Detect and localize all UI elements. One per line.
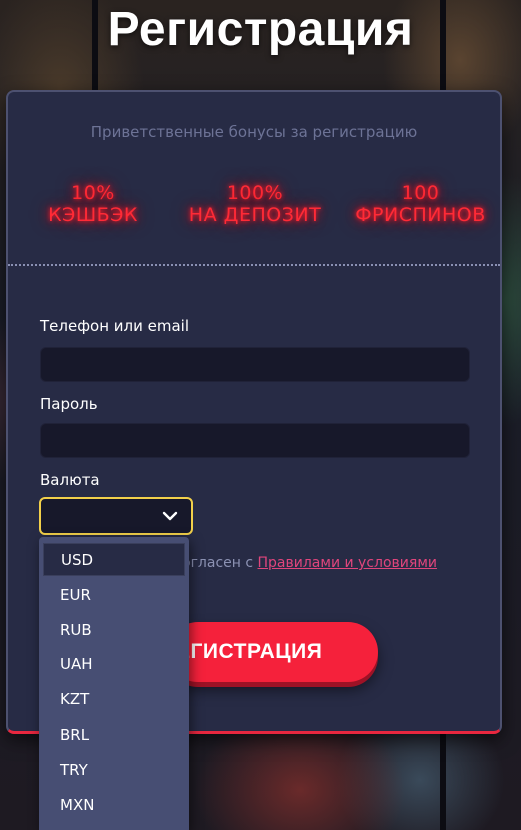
currency-option-kzt[interactable]: KZT xyxy=(43,683,185,716)
bonus-value: 100 xyxy=(401,182,440,204)
terms-text: огласен с Правилами и условиями xyxy=(182,555,437,571)
register-button[interactable]: ЕГИСТРАЦИЯ xyxy=(168,622,378,682)
currency-option-eur[interactable]: EUR xyxy=(43,579,185,612)
bonus-heading: Приветственные бонусы за регистрацию xyxy=(90,123,418,141)
currency-dropdown: USD EUR RUB UAH KZT BRL TRY MXN xyxy=(39,537,189,830)
bonus-value: 100% xyxy=(226,182,284,204)
page-title: Регистрация xyxy=(107,3,414,56)
terms-prefix: огласен с xyxy=(182,555,258,571)
bonus-cashback: 10% КЭШБЭК xyxy=(38,182,148,226)
login-input[interactable] xyxy=(40,347,470,382)
bonus-deposit: 100% НА ДЕПОЗИТ xyxy=(180,182,330,226)
currency-option-brl[interactable]: BRL xyxy=(43,719,185,752)
currency-option-usd[interactable]: USD xyxy=(43,543,185,576)
chevron-down-icon xyxy=(162,511,178,521)
register-button-label: ЕГИСТРАЦИЯ xyxy=(176,640,323,663)
bonus-caption: КЭШБЭК xyxy=(48,204,138,226)
currency-label: Валюта xyxy=(40,471,100,489)
currency-option-uah[interactable]: UAH xyxy=(43,648,185,681)
login-label: Телефон или email xyxy=(40,317,190,335)
bonus-caption: ФРИСПИНОВ xyxy=(355,204,486,226)
bonus-caption: НА ДЕПОЗИТ xyxy=(188,204,322,226)
bonus-freespins: 100 ФРИСПИНОВ xyxy=(343,182,498,226)
currency-option-mxn[interactable]: MXN xyxy=(43,789,185,822)
bonus-value: 10% xyxy=(71,182,115,204)
password-label: Пароль xyxy=(40,395,98,413)
section-divider xyxy=(8,264,500,266)
terms-link[interactable]: Правилами и условиями xyxy=(258,555,437,571)
password-input[interactable] xyxy=(40,423,470,458)
currency-option-try[interactable]: TRY xyxy=(43,754,185,787)
currency-option-rub[interactable]: RUB xyxy=(43,614,185,647)
currency-select[interactable] xyxy=(39,497,193,535)
